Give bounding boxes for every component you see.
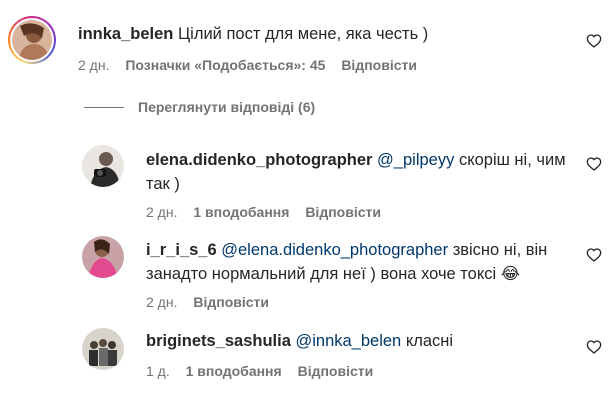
avatar[interactable] (82, 236, 124, 278)
reply-likes[interactable]: 1 вподобання (186, 363, 282, 379)
reply-text: i_r_i_s_6 @elena.didenko_photographer зв… (146, 238, 566, 286)
reply-button[interactable]: Відповісти (305, 204, 381, 220)
heart-outline-icon[interactable] (586, 247, 602, 263)
divider-line (84, 106, 124, 108)
reply-mention[interactable]: @_pilpeyy (377, 151, 454, 169)
reply-button[interactable]: Відповісти (298, 363, 374, 379)
reply-mention[interactable]: @innka_belen (295, 332, 401, 350)
view-replies-button[interactable]: Переглянути відповіді (6) (84, 98, 315, 116)
reply-username[interactable]: i_r_i_s_6 (146, 241, 217, 259)
heart-outline-icon[interactable] (586, 156, 602, 172)
reply-time[interactable]: 1 д. (146, 363, 170, 379)
reply-elena-didenko: elena.didenko_photographer @_pilpeyy ско… (0, 140, 611, 220)
avatar[interactable] (82, 328, 124, 370)
reply-text: elena.didenko_photographer @_pilpeyy ско… (146, 148, 566, 196)
reply-button[interactable]: Відповісти (193, 294, 269, 310)
comment-username[interactable]: innka_belen (78, 25, 173, 43)
reply-meta: 1 д. 1 вподобання Відповісти (146, 362, 385, 380)
reply-text: briginets_sashulia @innka_belen класні (146, 329, 566, 353)
reply-username[interactable]: briginets_sashulia (146, 332, 291, 350)
reply-meta: 2 дн. 1 вподобання Відповісти (146, 203, 393, 221)
comment-text: innka_belen Цілий пост для мене, яка чес… (78, 22, 558, 46)
comment-body: Цілий пост для мене, яка честь ) (177, 25, 429, 43)
reply-username[interactable]: elena.didenko_photographer (146, 151, 372, 169)
reply-body: класні (405, 332, 454, 350)
avatar[interactable] (82, 145, 124, 187)
reply-briginets-sashulia: briginets_sashulia @innka_belen класні 1… (0, 322, 611, 392)
heart-outline-icon[interactable] (586, 339, 602, 355)
comment-meta: 2 дн. Позначки «Подобається»: 45 Відпові… (78, 56, 429, 74)
comment-likes[interactable]: Позначки «Подобається»: 45 (125, 57, 325, 73)
reply-likes[interactable]: 1 вподобання (193, 204, 289, 220)
reply-time[interactable]: 2 дн. (146, 294, 177, 310)
avatar-story-ring[interactable] (8, 16, 56, 64)
heart-outline-icon[interactable] (586, 33, 602, 49)
reply-time[interactable]: 2 дн. (146, 204, 177, 220)
reply-meta: 2 дн. Відповісти (146, 293, 281, 311)
avatar (12, 20, 52, 60)
view-replies-label: Переглянути відповіді (6) (138, 99, 316, 115)
reply-i-r-i-s-6: i_r_i_s_6 @elena.didenko_photographer зв… (0, 230, 611, 310)
reply-mention[interactable]: @elena.didenko_photographer (221, 241, 448, 259)
comment-time[interactable]: 2 дн. (78, 57, 109, 73)
comment-innka-belen: innka_belen Цілий пост для мене, яка чес… (0, 0, 611, 90)
reply-button[interactable]: Відповісти (341, 57, 417, 73)
